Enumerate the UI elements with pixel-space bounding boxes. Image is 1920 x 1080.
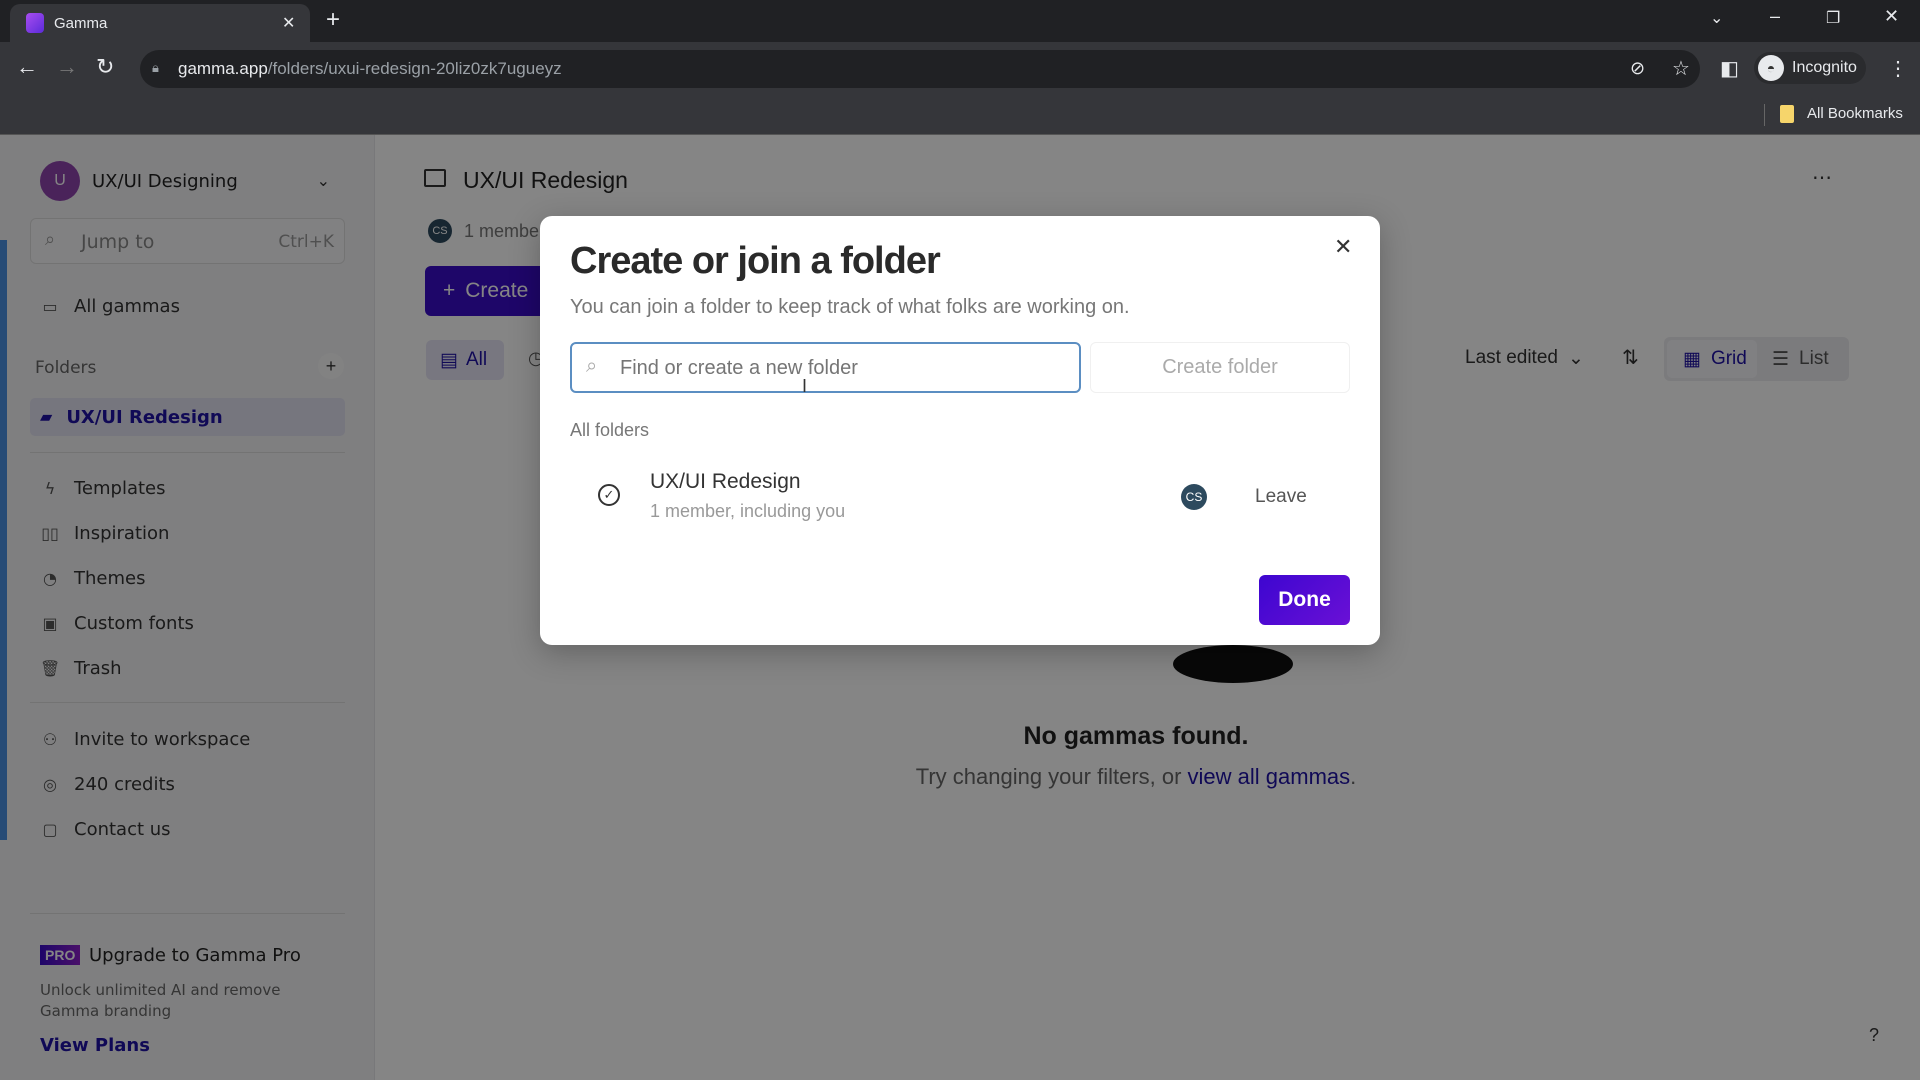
browser-tab-bar: Gamma ✕ + ⌄ – ❐ ✕ [0, 0, 1920, 42]
back-icon[interactable]: ← [16, 54, 38, 80]
dialog-title: Create or join a folder [570, 240, 941, 282]
done-label: Done [1278, 588, 1331, 611]
incognito-icon: ◓ [1758, 55, 1784, 81]
search-icon: ⌕ [586, 355, 598, 377]
forward-icon[interactable]: → [56, 54, 78, 80]
all-bookmarks[interactable]: All Bookmarks [1807, 105, 1903, 122]
gamma-favicon-icon [26, 13, 44, 33]
new-tab-icon[interactable]: + [326, 6, 340, 34]
folder-name: UX/UI Redesign [650, 470, 801, 493]
tab-title: Gamma [54, 15, 108, 32]
create-folder-button[interactable]: Create folder [1090, 342, 1350, 393]
folder-search-input[interactable] [620, 352, 1060, 384]
member-avatar: CS [1181, 484, 1207, 510]
bookmarks-bar: All Bookmarks [0, 95, 1920, 135]
incognito-profile-button[interactable]: ◓ Incognito [1754, 52, 1866, 84]
create-folder-label: Create folder [1162, 356, 1278, 378]
create-join-folder-dialog: ✕ Create or join a folder You can join a… [540, 216, 1380, 645]
close-icon[interactable]: ✕ [1334, 234, 1352, 260]
bookmark-folder-icon [1780, 105, 1794, 123]
browser-menu-icon[interactable]: ⋮ [1888, 56, 1908, 81]
browser-tab[interactable]: Gamma ✕ [10, 4, 310, 42]
reload-icon[interactable]: ↻ [96, 54, 114, 80]
folder-search-field[interactable]: ⌕ [570, 342, 1081, 393]
bookmark-star-icon[interactable]: ☆ [1672, 56, 1690, 81]
url-path: /folders/uxui-redesign-20liz0zk7ugueyz [267, 59, 562, 78]
address-bar[interactable]: 🔒︎ gamma.app/folders/uxui-redesign-20liz… [140, 50, 1700, 88]
side-panel-icon[interactable]: ◧ [1720, 56, 1739, 81]
profile-label: Incognito [1792, 59, 1857, 76]
restore-icon[interactable]: ❐ [1826, 8, 1840, 28]
leave-folder-button[interactable]: Leave [1255, 486, 1307, 508]
dialog-subtitle: You can join a folder to keep track of w… [570, 296, 1130, 318]
close-tab-icon[interactable]: ✕ [282, 13, 295, 33]
text-cursor-icon: I [802, 376, 808, 396]
eye-off-icon[interactable]: ⊘ [1630, 58, 1645, 79]
folder-members: 1 member, including you [650, 501, 846, 521]
check-circle-icon: ✓ [598, 484, 620, 506]
folder-list-item: ✓ UX/UI Redesign 1 member, including you… [570, 464, 1350, 528]
minimize-icon[interactable]: – [1770, 6, 1780, 27]
close-window-icon[interactable]: ✕ [1884, 6, 1899, 27]
done-button[interactable]: Done [1259, 575, 1350, 625]
tab-search-icon[interactable]: ⌄ [1710, 8, 1723, 28]
url-host: gamma.app [178, 59, 268, 78]
all-folders-heading: All folders [570, 420, 650, 440]
lock-icon: 🔒︎ [152, 60, 159, 75]
